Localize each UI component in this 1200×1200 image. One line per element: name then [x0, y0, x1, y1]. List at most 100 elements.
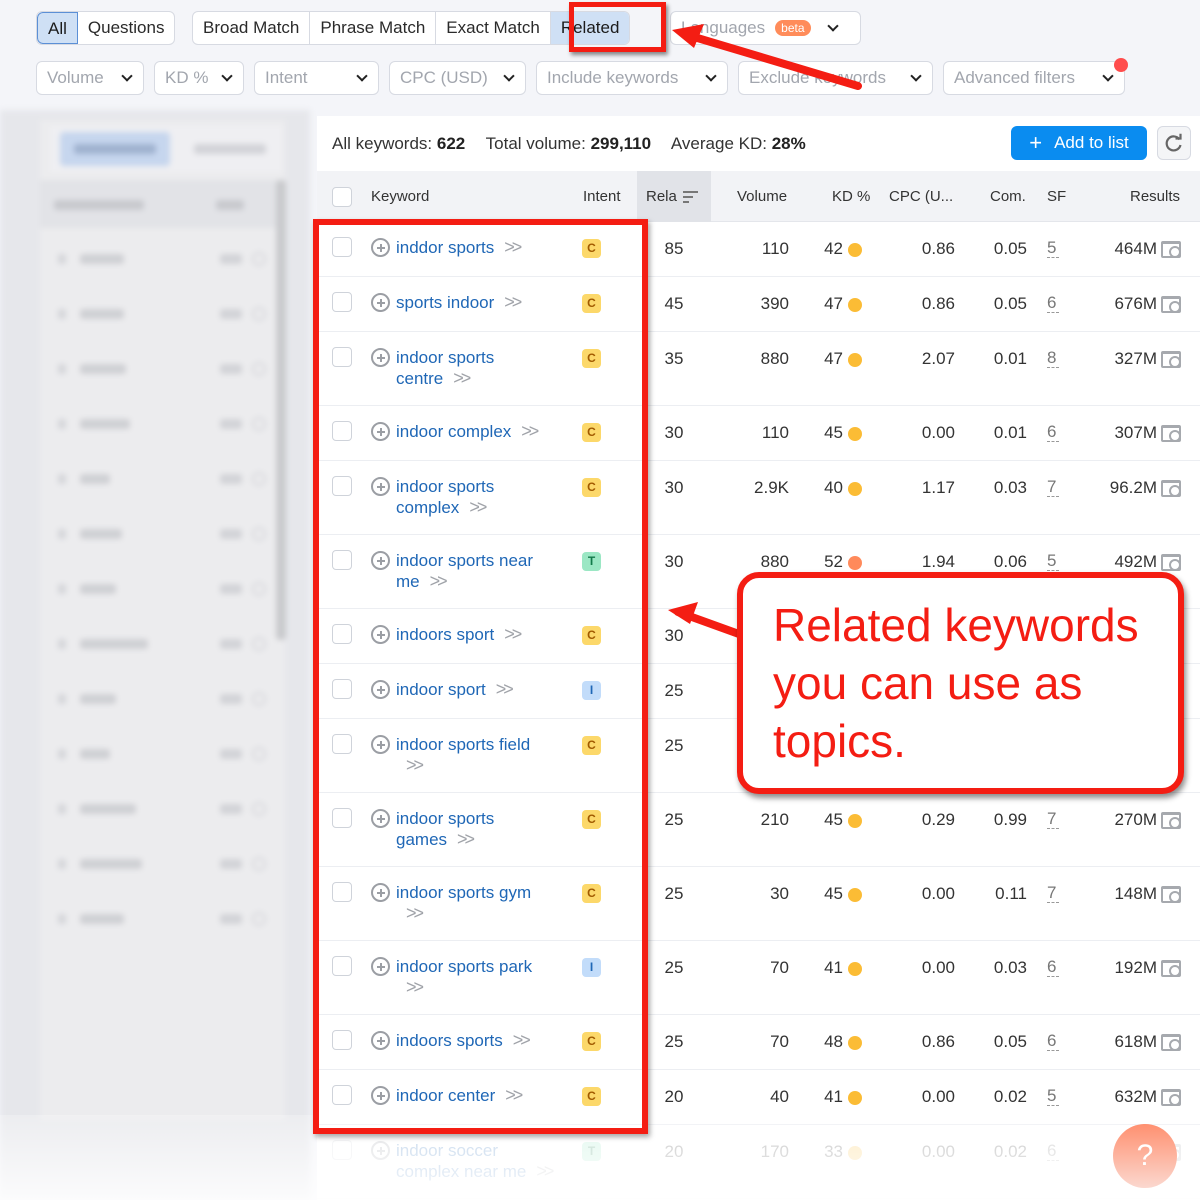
- col-relevance[interactable]: Rela: [646, 188, 677, 205]
- row-checkbox[interactable]: [332, 679, 352, 699]
- sidebar-item[interactable]: [40, 782, 285, 837]
- intent-filter[interactable]: Intent: [254, 61, 379, 95]
- double-chevron-right-icon[interactable]: >>: [521, 421, 539, 442]
- keyword-link[interactable]: indoor sports park >>: [396, 956, 532, 998]
- row-checkbox[interactable]: [332, 292, 352, 312]
- double-chevron-right-icon[interactable]: >>: [453, 368, 471, 388]
- serp-features-count[interactable]: 6: [1047, 423, 1059, 442]
- sidebar-tab-by-number[interactable]: [60, 132, 170, 166]
- add-keyword-icon[interactable]: [371, 238, 390, 257]
- double-chevron-right-icon[interactable]: >>: [457, 829, 475, 849]
- add-keyword-icon[interactable]: [371, 1031, 390, 1050]
- serp-features-count[interactable]: 5: [1047, 239, 1059, 258]
- keyword-link[interactable]: indoor center: [396, 1085, 495, 1106]
- cpc-filter[interactable]: CPC (USD): [389, 61, 526, 95]
- add-keyword-icon[interactable]: [371, 293, 390, 312]
- add-keyword-icon[interactable]: [371, 680, 390, 699]
- keyword-link[interactable]: indoor sport: [396, 679, 486, 700]
- col-results[interactable]: Results: [1130, 188, 1180, 205]
- serp-features-count[interactable]: 6: [1047, 1142, 1059, 1161]
- select-all-checkbox[interactable]: [332, 187, 352, 207]
- col-volume[interactable]: Volume: [737, 188, 787, 205]
- double-chevron-right-icon[interactable]: >>: [406, 755, 424, 775]
- keyword-link[interactable]: indoor sports complex >>: [396, 476, 494, 518]
- keyword-link[interactable]: indoor sports games >>: [396, 808, 494, 850]
- row-checkbox[interactable]: [332, 1030, 352, 1050]
- double-chevron-right-icon[interactable]: >>: [505, 1085, 523, 1106]
- keyword-link[interactable]: indoor complex: [396, 421, 511, 442]
- view-serp-icon[interactable]: [1161, 296, 1181, 313]
- col-keyword[interactable]: Keyword: [371, 188, 429, 205]
- add-keyword-icon[interactable]: [371, 422, 390, 441]
- view-serp-icon[interactable]: [1161, 351, 1181, 368]
- col-cpc[interactable]: CPC (U...: [889, 188, 953, 205]
- tab-exact-match[interactable]: Exact Match: [436, 12, 551, 44]
- add-keyword-icon[interactable]: [371, 348, 390, 367]
- double-chevron-right-icon[interactable]: >>: [406, 977, 424, 997]
- sidebar-item[interactable]: [40, 232, 285, 287]
- sidebar-item[interactable]: [40, 562, 285, 617]
- languages-dropdown[interactable]: Languages beta: [670, 11, 861, 45]
- kd-filter[interactable]: KD %: [154, 61, 244, 95]
- view-serp-icon[interactable]: [1161, 812, 1181, 829]
- double-chevron-right-icon[interactable]: >>: [504, 292, 522, 313]
- keyword-link[interactable]: indoors sports: [396, 1030, 503, 1051]
- add-keyword-icon[interactable]: [371, 957, 390, 976]
- view-serp-icon[interactable]: [1161, 480, 1181, 497]
- keyword-link[interactable]: indoor sports centre >>: [396, 347, 494, 389]
- tab-broad-match[interactable]: Broad Match: [193, 12, 311, 44]
- keyword-link[interactable]: indoors sport: [396, 624, 494, 645]
- row-checkbox[interactable]: [332, 624, 352, 644]
- double-chevron-right-icon[interactable]: >>: [504, 624, 522, 645]
- row-checkbox[interactable]: [332, 956, 352, 976]
- sidebar-item[interactable]: [40, 342, 285, 397]
- serp-features-count[interactable]: 7: [1047, 884, 1059, 903]
- row-checkbox[interactable]: [332, 421, 352, 441]
- keyword-link[interactable]: indoor sports gym >>: [396, 882, 531, 924]
- sidebar-item[interactable]: [40, 672, 285, 727]
- sort-descending-icon[interactable]: [683, 190, 699, 204]
- row-checkbox[interactable]: [332, 1085, 352, 1105]
- serp-features-count[interactable]: 6: [1047, 294, 1059, 313]
- double-chevron-right-icon[interactable]: >>: [496, 679, 514, 700]
- row-checkbox[interactable]: [332, 882, 352, 902]
- double-chevron-right-icon[interactable]: >>: [536, 1161, 554, 1181]
- row-checkbox[interactable]: [332, 347, 352, 367]
- serp-features-count[interactable]: 6: [1047, 1032, 1059, 1051]
- add-keyword-icon[interactable]: [371, 1141, 390, 1160]
- sidebar-item[interactable]: [40, 452, 285, 507]
- keyword-link[interactable]: indoor sports field >>: [396, 734, 530, 776]
- row-checkbox[interactable]: [332, 1140, 352, 1160]
- serp-features-count[interactable]: 5: [1047, 552, 1059, 571]
- serp-features-count[interactable]: 5: [1047, 1087, 1059, 1106]
- view-serp-icon[interactable]: [1161, 960, 1181, 977]
- add-keyword-icon[interactable]: [371, 883, 390, 902]
- add-keyword-icon[interactable]: [371, 477, 390, 496]
- double-chevron-right-icon[interactable]: >>: [513, 1030, 531, 1051]
- sidebar-item[interactable]: [40, 507, 285, 562]
- serp-features-count[interactable]: 7: [1047, 478, 1059, 497]
- add-keyword-icon[interactable]: [371, 735, 390, 754]
- double-chevron-right-icon[interactable]: >>: [406, 903, 424, 923]
- sidebar-item[interactable]: [40, 727, 285, 782]
- add-keyword-icon[interactable]: [371, 551, 390, 570]
- view-serp-icon[interactable]: [1161, 1089, 1181, 1106]
- sidebar-scrollbar[interactable]: [276, 180, 286, 640]
- help-button[interactable]: ?: [1113, 1124, 1177, 1188]
- volume-filter[interactable]: Volume: [36, 61, 144, 95]
- double-chevron-right-icon[interactable]: >>: [469, 497, 487, 517]
- row-checkbox[interactable]: [332, 734, 352, 754]
- double-chevron-right-icon[interactable]: >>: [430, 571, 448, 591]
- view-serp-icon[interactable]: [1161, 1034, 1181, 1051]
- refresh-button[interactable]: [1157, 126, 1191, 160]
- advanced-filters[interactable]: Advanced filters: [943, 61, 1125, 95]
- col-kd[interactable]: KD %: [832, 188, 870, 205]
- tab-all[interactable]: All: [37, 12, 78, 44]
- double-chevron-right-icon[interactable]: >>: [504, 237, 522, 258]
- view-serp-icon[interactable]: [1161, 241, 1181, 258]
- sidebar-item[interactable]: [40, 892, 285, 947]
- serp-features-count[interactable]: 8: [1047, 349, 1059, 368]
- tab-questions[interactable]: Questions: [78, 12, 175, 44]
- keyword-link[interactable]: inddor sports: [396, 237, 494, 258]
- exclude-keywords-filter[interactable]: Exclude keywords: [738, 61, 933, 95]
